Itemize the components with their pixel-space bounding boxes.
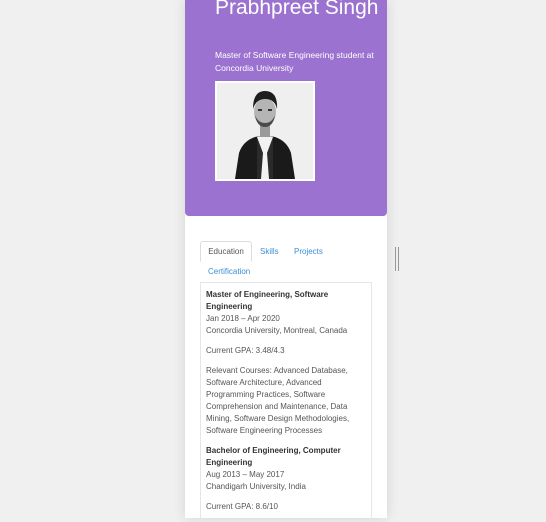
degree-courses: Relevant Courses: Advanced Database, Sof…	[206, 366, 350, 435]
tab-projects[interactable]: Projects	[294, 247, 323, 256]
resize-handle[interactable]	[395, 247, 399, 271]
degree-dates: Aug 2013 – May 2017	[206, 470, 285, 479]
degree-title: Bachelor of Engineering, Computer Engine…	[206, 446, 341, 467]
tab-certification[interactable]: Certification	[208, 267, 250, 276]
profile-photo	[215, 81, 315, 181]
degree-dates: Jan 2018 – Apr 2020	[206, 314, 280, 323]
section-tabs: Education Skills Projects Certification	[200, 241, 372, 283]
profile-card: Prabhpreet Singh Master of Software Engi…	[185, 0, 387, 522]
degree-gpa: Current GPA: 8.6/10	[206, 502, 278, 511]
tab-skills[interactable]: Skills	[260, 247, 279, 256]
degree-institution: Chandigarh University, India	[206, 482, 306, 491]
degree-gpa: Current GPA: 3.48/4.3	[206, 346, 285, 355]
profile-name: Prabhpreet Singh	[215, 0, 379, 19]
education-panel: Master of Engineering, Software Engineer…	[200, 282, 372, 522]
education-entry: Bachelor of Engineering, Computer Engine…	[206, 445, 366, 513]
profile-header: Prabhpreet Singh Master of Software Engi…	[185, 0, 387, 216]
degree-title: Master of Engineering, Software Engineer…	[206, 290, 329, 311]
degree-institution: Concordia University, Montreal, Canada	[206, 326, 348, 335]
tab-education[interactable]: Education	[200, 241, 252, 262]
profile-subtitle: Master of Software Engineering student a…	[215, 50, 374, 73]
education-entry: Master of Engineering, Software Engineer…	[206, 289, 366, 437]
person-portrait-icon	[217, 83, 313, 179]
